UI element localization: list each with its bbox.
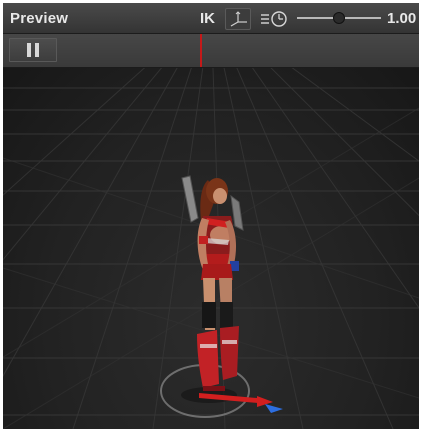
- preview-viewport[interactable]: [3, 68, 419, 429]
- timeline-scrubber[interactable]: [200, 34, 202, 67]
- scene-render: [3, 68, 419, 429]
- timeline-bar[interactable]: [3, 34, 419, 68]
- preview-title: Preview: [10, 10, 69, 27]
- pause-button[interactable]: [9, 38, 57, 62]
- pause-icon: [35, 43, 39, 57]
- preview-panel: Preview IK 1.00: [3, 3, 419, 429]
- playback-speed-clock-icon: [261, 11, 287, 27]
- playback-speed-value: 1.00: [387, 10, 417, 27]
- ik-toggle[interactable]: IK: [200, 10, 215, 27]
- preview-header: Preview IK 1.00: [3, 3, 419, 34]
- pivot-toggle-button[interactable]: [225, 8, 251, 30]
- pivot-axes-icon: [230, 11, 247, 27]
- speed-slider-thumb[interactable]: [333, 12, 345, 24]
- pause-icon: [27, 43, 31, 57]
- playback-speed-slider[interactable]: [297, 11, 381, 25]
